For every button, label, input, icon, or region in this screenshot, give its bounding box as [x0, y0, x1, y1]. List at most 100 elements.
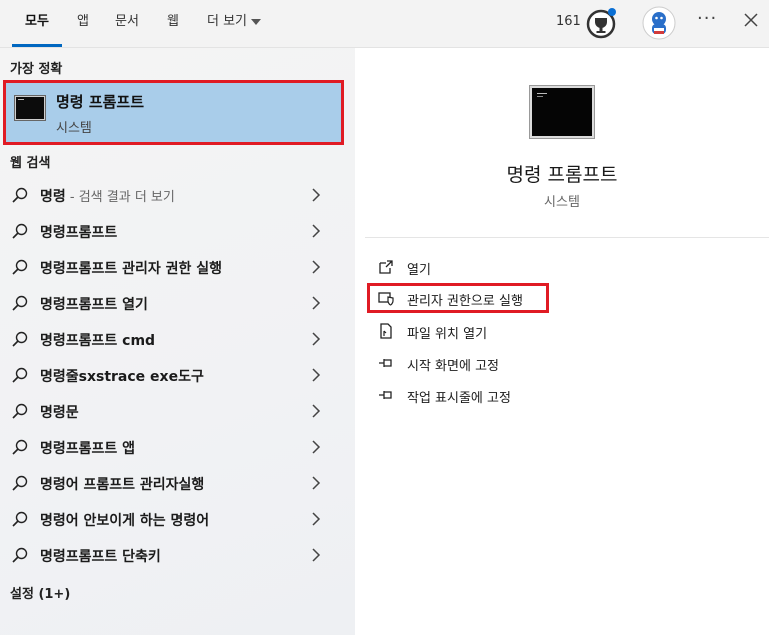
- web-search-item[interactable]: 명령어 프롬프트 관리자실행: [0, 465, 340, 501]
- chevron-right-icon[interactable]: [311, 440, 321, 454]
- chevron-right-icon[interactable]: [311, 188, 321, 202]
- search-icon: [12, 223, 28, 239]
- run-as-admin-action[interactable]: 관리자 권한으로 실행: [367, 283, 549, 313]
- search-icon: [12, 511, 28, 527]
- more-options-icon[interactable]: ···: [697, 8, 717, 29]
- tab-documents[interactable]: 문서: [115, 0, 139, 47]
- chevron-right-icon[interactable]: [311, 332, 321, 346]
- detail-panel: 명령 프롬프트 시스템 열기 관리자 권한으로 실행 파일 위치 열기 시작 화…: [355, 48, 769, 635]
- best-match-title: 명령 프롬프트: [56, 93, 145, 111]
- tab-more[interactable]: 더 보기: [207, 0, 262, 47]
- pin-icon: [379, 359, 392, 367]
- tab-label: 웹: [167, 14, 179, 29]
- best-match-subtitle: 시스템: [56, 121, 92, 136]
- web-search-query: 명령줄sxstrace exe도구: [40, 369, 204, 385]
- web-search-text: 명령프롬프트 cmd: [40, 330, 155, 350]
- tab-label: 앱: [77, 14, 89, 29]
- detail-title: 명령 프롬프트: [506, 164, 618, 186]
- search-icon: [12, 475, 28, 491]
- web-search-suffix: - 검색 결과 더 보기: [65, 190, 175, 205]
- web-search-query: 명령어 프롬프트 관리자실행: [40, 477, 205, 493]
- best-match-item[interactable]: 명령 프롬프트 시스템: [3, 80, 344, 145]
- pin-icon: [379, 391, 392, 399]
- web-search-query: 명령어 안보이게 하는 명령어: [40, 513, 210, 529]
- web-search-text: 명령어 프롬프트 관리자실행: [40, 474, 204, 494]
- search-icon: [12, 331, 28, 347]
- detail-subtitle: 시스템: [544, 195, 580, 210]
- settings-heading[interactable]: 설정 (1+): [10, 583, 70, 602]
- search-header: 모두 앱 문서 웹 더 보기 161 ···: [0, 0, 769, 48]
- web-search-text: 명령프롬프트: [40, 222, 117, 242]
- chevron-right-icon[interactable]: [311, 476, 321, 490]
- web-search-item[interactable]: 명령문: [0, 393, 340, 429]
- best-match-heading: 가장 정확: [10, 62, 63, 77]
- pin-to-start-label: 시작 화면에 고정: [407, 359, 499, 374]
- web-search-query: 명령문: [40, 405, 79, 421]
- command-prompt-large-icon: [529, 85, 595, 139]
- web-search-item[interactable]: 명령프롬프트 열기: [0, 285, 340, 321]
- chevron-right-icon[interactable]: [311, 296, 321, 310]
- chevron-right-icon[interactable]: [311, 548, 321, 562]
- search-icon: [12, 295, 28, 311]
- divider: [365, 237, 769, 238]
- web-search-item[interactable]: 명령어 안보이게 하는 명령어: [0, 501, 340, 537]
- close-icon[interactable]: [741, 10, 761, 30]
- web-search-text: 명령줄sxstrace exe도구: [40, 366, 204, 386]
- search-icon: [12, 187, 28, 203]
- rewards-trophy-icon[interactable]: [585, 7, 617, 39]
- web-search-text: 명령프롬프트 열기: [40, 294, 148, 314]
- web-search-item[interactable]: 명령프롬프트 앱: [0, 429, 340, 465]
- web-search-item[interactable]: 명령 - 검색 결과 더 보기: [0, 177, 340, 213]
- web-search-query: 명령프롬프트 단축키: [40, 549, 161, 565]
- user-avatar-icon[interactable]: [642, 6, 676, 40]
- pin-to-start-action[interactable]: 시작 화면에 고정: [375, 349, 635, 377]
- web-search-query: 명령프롬프트: [40, 225, 118, 241]
- web-search-item[interactable]: 명령줄sxstrace exe도구: [0, 357, 340, 393]
- web-search-query: 명령프롬프트 cmd: [40, 333, 156, 349]
- chevron-right-icon[interactable]: [311, 404, 321, 418]
- command-prompt-icon: [14, 95, 46, 121]
- open-action[interactable]: 열기: [375, 253, 635, 281]
- web-search-query: 명령프롬프트 앱: [40, 441, 136, 457]
- web-search-text: 명령 - 검색 결과 더 보기: [40, 186, 175, 206]
- search-icon: [12, 367, 28, 383]
- web-search-text: 명령프롬프트 단축키: [40, 546, 161, 566]
- tab-web[interactable]: 웹: [167, 0, 179, 47]
- search-icon: [12, 403, 28, 419]
- search-icon: [12, 439, 28, 455]
- tab-all[interactable]: 모두: [12, 0, 62, 47]
- rewards-points: 161: [556, 14, 581, 29]
- search-icon: [12, 259, 28, 275]
- pin-to-taskbar-label: 작업 표시줄에 고정: [407, 391, 511, 406]
- web-search-query: 명령: [40, 189, 66, 205]
- tab-label: 더 보기: [207, 14, 248, 29]
- chevron-right-icon[interactable]: [311, 368, 321, 382]
- web-search-item[interactable]: 명령프롬프트 단축키: [0, 537, 340, 573]
- tab-apps[interactable]: 앱: [77, 0, 89, 47]
- shield-icon: [378, 292, 394, 306]
- web-search-item[interactable]: 명령프롬프트 관리자 권한 실행: [0, 249, 340, 285]
- web-search-heading: 웹 검색: [10, 156, 51, 171]
- tab-label: 모두: [25, 14, 49, 29]
- web-search-text: 명령어 안보이게 하는 명령어: [40, 510, 209, 530]
- run-as-admin-label: 관리자 권한으로 실행: [407, 294, 523, 309]
- web-search-item[interactable]: 명령프롬프트: [0, 213, 340, 249]
- web-search-text: 명령프롬프트 앱: [40, 438, 135, 458]
- chevron-right-icon[interactable]: [311, 260, 321, 274]
- file-location-icon: [380, 323, 392, 339]
- caret-down-icon: [251, 18, 262, 25]
- tab-label: 문서: [115, 14, 139, 29]
- web-search-query: 명령프롬프트 열기: [40, 297, 148, 313]
- web-search-item[interactable]: 명령프롬프트 cmd: [0, 321, 340, 357]
- open-label: 열기: [407, 263, 431, 278]
- web-search-query: 명령프롬프트 관리자 권한 실행: [40, 261, 223, 277]
- search-icon: [12, 547, 28, 563]
- chevron-right-icon[interactable]: [311, 512, 321, 526]
- pin-to-taskbar-action[interactable]: 작업 표시줄에 고정: [375, 381, 635, 409]
- results-panel: 가장 정확 명령 프롬프트 시스템 웹 검색 명령 - 검색 결과 더 보기 명령…: [0, 48, 355, 635]
- web-search-text: 명령문: [40, 402, 79, 422]
- open-icon: [379, 260, 393, 274]
- chevron-right-icon[interactable]: [311, 224, 321, 238]
- web-search-text: 명령프롬프트 관리자 권한 실행: [40, 258, 222, 278]
- open-file-location-action[interactable]: 파일 위치 열기: [375, 317, 635, 345]
